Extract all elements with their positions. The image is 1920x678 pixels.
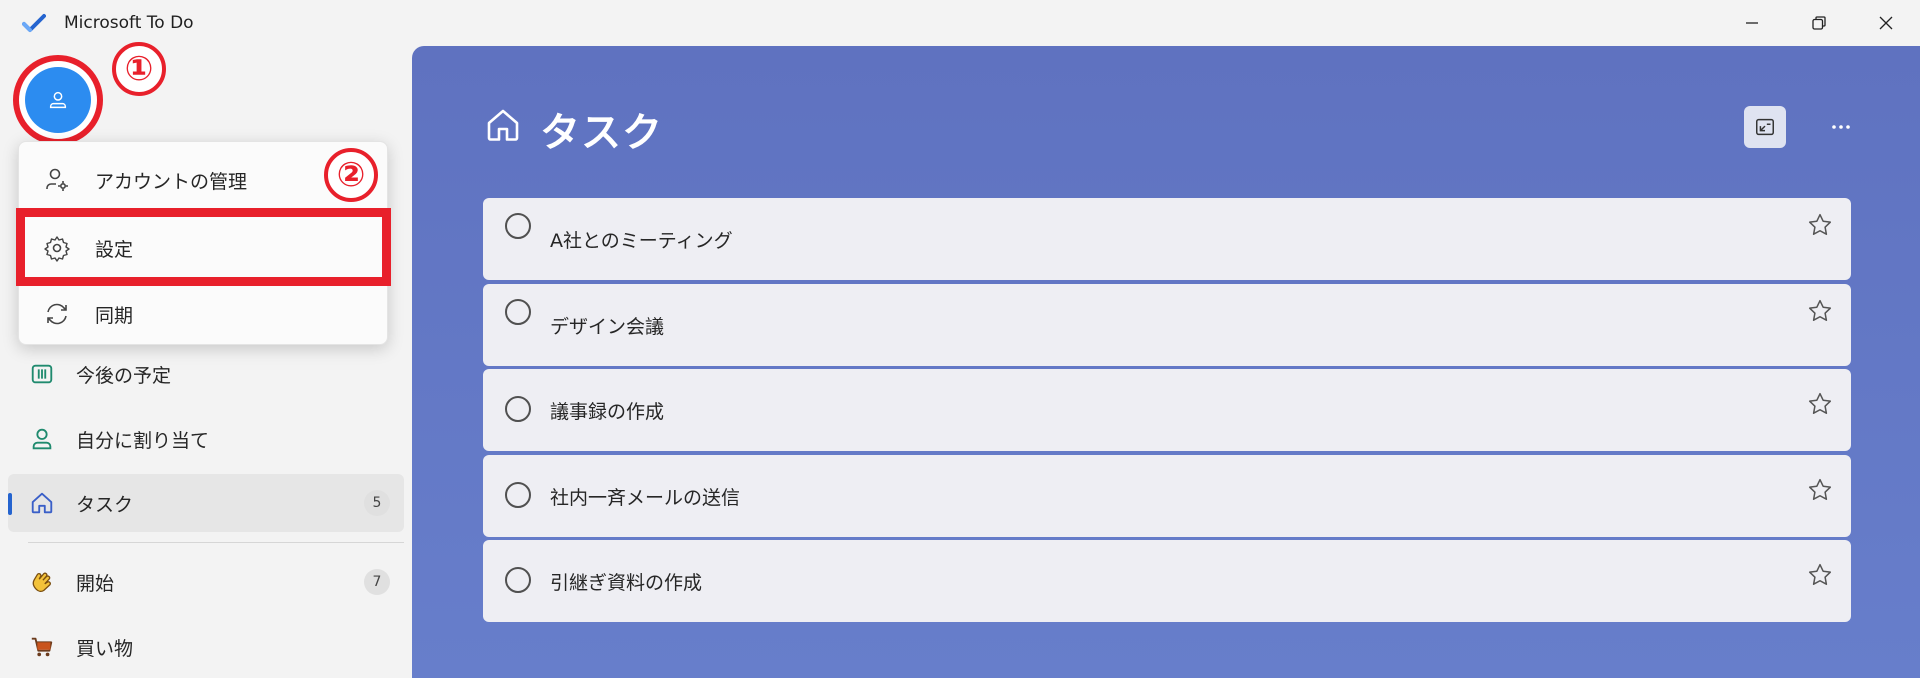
sidebar-item-label: 開始 [76, 572, 115, 595]
more-icon [1832, 125, 1850, 129]
close-button[interactable] [1866, 8, 1906, 38]
star-icon[interactable] [1807, 562, 1833, 588]
sidebar-item-assigned[interactable]: 自分に割り当て [8, 410, 404, 468]
task-title: デザイン会議 [550, 316, 665, 338]
complete-checkbox[interactable] [505, 567, 531, 593]
sidebar-item-label: 今後の予定 [76, 364, 172, 387]
step-marker-2: ② [324, 148, 378, 202]
close-icon [1879, 16, 1893, 30]
suggestions-button[interactable] [1744, 106, 1786, 148]
menu-item-label: 同期 [95, 304, 134, 327]
star-icon[interactable] [1807, 212, 1833, 238]
minimize-icon [1746, 22, 1758, 24]
sidebar-item-start[interactable]: 開始 7 [8, 553, 404, 611]
todo-logo-icon [22, 14, 46, 32]
sync-icon [47, 303, 67, 325]
complete-checkbox[interactable] [505, 299, 531, 325]
home-icon [487, 109, 519, 141]
person-icon [49, 91, 67, 109]
menu-item-sync[interactable]: 同期 [19, 284, 389, 344]
avatar-highlight-ring [13, 55, 103, 145]
title-bar: Microsoft To Do [0, 0, 1920, 46]
task-list-panel: タスク A社とのミーティング デザイン会議 議事録の作成 社内一斉メールの送信 … [412, 46, 1920, 678]
sidebar-item-label: 自分に割り当て [76, 429, 210, 452]
star-icon[interactable] [1807, 477, 1833, 503]
complete-checkbox[interactable] [505, 213, 531, 239]
sidebar-item-planned[interactable]: 今後の予定 [8, 345, 404, 403]
suggestions-icon [1756, 118, 1774, 136]
complete-checkbox[interactable] [505, 482, 531, 508]
person-icon [28, 425, 56, 453]
avatar[interactable] [25, 67, 91, 133]
task-item[interactable]: A社とのミーティング [483, 198, 1851, 280]
more-options-button[interactable] [1820, 106, 1862, 148]
sidebar-item-tasks[interactable]: タスク 5 [8, 474, 404, 532]
sidebar-item-label: 買い物 [76, 637, 134, 660]
complete-checkbox[interactable] [505, 396, 531, 422]
page-title: タスク [540, 110, 663, 156]
star-icon[interactable] [1807, 391, 1833, 417]
account-settings-icon [46, 168, 68, 191]
task-item[interactable]: 社内一斉メールの送信 [483, 455, 1851, 537]
app-title: Microsoft To Do [64, 13, 194, 33]
minimize-button[interactable] [1732, 8, 1772, 38]
sidebar-item-shopping[interactable]: 買い物 [8, 618, 404, 676]
home-icon [28, 489, 56, 517]
task-item[interactable]: 議事録の作成 [483, 369, 1851, 451]
task-title: 議事録の作成 [550, 401, 665, 423]
waving-hand-icon [28, 568, 56, 596]
menu-item-label: アカウントの管理 [95, 170, 248, 193]
task-title: 引継ぎ資料の作成 [550, 572, 703, 594]
calendar-icon [28, 360, 56, 388]
star-icon[interactable] [1807, 298, 1833, 324]
task-title: A社とのミーティング [550, 230, 733, 252]
task-count-badge: 5 [364, 490, 390, 516]
task-item[interactable]: 引継ぎ資料の作成 [483, 540, 1851, 622]
sidebar-item-label: タスク [76, 493, 134, 516]
start-count-badge: 7 [364, 569, 390, 595]
task-item[interactable]: デザイン会議 [483, 284, 1851, 366]
shopping-cart-icon [28, 633, 56, 661]
restore-icon [1812, 16, 1826, 30]
step-marker-1: ① [112, 42, 166, 96]
settings-highlight-box [16, 208, 391, 286]
restore-button[interactable] [1799, 8, 1839, 38]
task-title: 社内一斉メールの送信 [550, 487, 741, 509]
sidebar-divider [28, 542, 404, 543]
